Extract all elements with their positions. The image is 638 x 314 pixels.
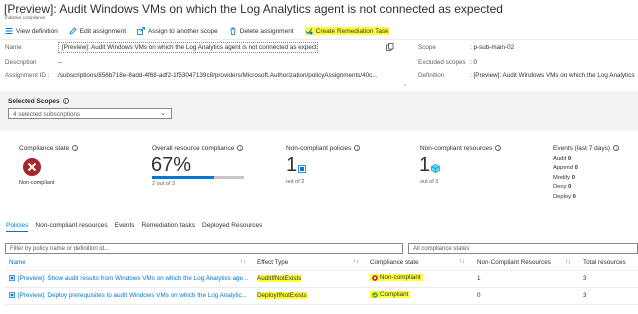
tab-noncompliant-resources[interactable]: Non-compliant resources xyxy=(35,222,107,232)
total-count: 3 xyxy=(583,275,587,282)
scope-label: Scope xyxy=(418,44,436,51)
copy-icon[interactable] xyxy=(386,43,394,53)
overall-compliance-title: Overall resource compliance i xyxy=(152,145,244,152)
sort-icon[interactable]: ↑↓ xyxy=(565,259,571,265)
remediation-icon xyxy=(305,27,313,35)
overall-compliance-percent: 67% xyxy=(151,154,192,176)
compliance-state-dropdown[interactable]: All compliance states xyxy=(408,243,638,254)
noncompliant-policies-title: Non-compliant policies i xyxy=(286,145,361,152)
excluded-scopes-label: Excluded scopes xyxy=(418,59,466,66)
chevron-down-icon: ⌄ xyxy=(160,110,166,117)
total-count: 3 xyxy=(583,292,587,299)
tab-events[interactable]: Events xyxy=(115,222,135,232)
tab-remediation-tasks[interactable]: Remediation tasks xyxy=(142,222,195,232)
noncompliant-count: 1 xyxy=(477,275,481,282)
info-icon: i xyxy=(495,145,502,152)
compliance-state: Non-compliant xyxy=(370,274,423,281)
excluded-scopes-value: : 0 xyxy=(470,59,478,66)
sort-icon[interactable]: ↑↓ xyxy=(240,259,246,265)
tab-deployed-resources[interactable]: Deployed Resources xyxy=(202,222,262,232)
noncompliant-resources-sub: out of 3 xyxy=(420,179,439,185)
effect-type: DeployIfNotExists xyxy=(257,292,307,299)
info-icon: i xyxy=(237,145,244,152)
table-row[interactable]: [Preview]: Deploy prerequisites to audit… xyxy=(0,289,638,303)
info-icon: i xyxy=(72,145,79,152)
sort-icon[interactable]: ↑↓ xyxy=(353,259,359,265)
page-title: [Preview]: Audit Windows VMs on which th… xyxy=(4,2,503,16)
page-subtitle: Initiative compliance xyxy=(5,15,46,20)
noncompliant-resources-title: Non-compliant resources i xyxy=(420,145,502,152)
column-header-name[interactable]: Name xyxy=(9,259,26,266)
policy-name-link[interactable]: [Preview]: Show audit results from Windo… xyxy=(18,275,248,282)
compliance-state-title: Compliance state i xyxy=(19,145,79,152)
events-list: Audit 0 Append 0 Modify 0 Deny 0 Deploy … xyxy=(553,155,578,202)
tab-bar: Policies Non-compliant resources Events … xyxy=(6,222,262,232)
compliance-state: Compliant xyxy=(370,291,411,298)
error-icon xyxy=(372,274,378,281)
info-icon: i xyxy=(354,145,361,152)
policy-icon xyxy=(9,275,15,283)
policy-name-link[interactable]: [Preview]: Deploy prerequisites to audit… xyxy=(18,292,250,299)
edit-assignment-button[interactable]: Edit assignment xyxy=(69,27,126,35)
description-value: -- xyxy=(58,59,63,66)
sort-icon[interactable]: ↑↓ xyxy=(459,259,465,265)
event-modify: Modify 0 xyxy=(553,174,575,181)
name-value: [Preview]: Audit Windows VMs on which th… xyxy=(58,42,318,53)
assignment-id-value: /subscriptions/856b718e-8add-4f68-adf2-1… xyxy=(58,72,378,79)
selected-scopes-label: Selected Scopes i xyxy=(8,98,69,105)
column-header-noncompliant[interactable]: Non-Compliant Resources xyxy=(477,259,551,266)
assign-scope-button[interactable]: Assign to another scope xyxy=(137,27,218,35)
row-divider xyxy=(5,304,638,305)
assign-icon xyxy=(137,27,145,35)
event-deny: Deny 0 xyxy=(553,184,572,191)
noncompliant-count: 0 xyxy=(477,292,481,299)
cube-icon xyxy=(431,164,440,175)
table-row[interactable]: [Preview]: Show audit results from Windo… xyxy=(0,272,638,286)
check-icon xyxy=(372,291,378,298)
definition-label: Definition xyxy=(418,72,445,79)
event-audit: Audit 0 xyxy=(553,156,572,162)
definition-value: : [Preview]: Audit Windows VMs on which … xyxy=(470,72,635,79)
collapse-chevron-icon[interactable]: ⌃ xyxy=(403,84,407,90)
tab-policies[interactable]: Policies xyxy=(6,222,29,232)
pencil-icon xyxy=(69,27,77,35)
view-definition-button[interactable]: View definition xyxy=(5,27,58,35)
compliance-progress-fill xyxy=(152,176,214,179)
scope-value: : p-sub-main-02 xyxy=(470,44,515,51)
column-header-effect[interactable]: Effect Type xyxy=(257,259,288,266)
description-label: Description xyxy=(5,59,37,66)
noncompliant-policies-count: 1 xyxy=(286,154,298,176)
trash-icon xyxy=(229,27,237,35)
list-icon xyxy=(5,27,13,35)
noncompliant-resources-count: 1 xyxy=(419,154,431,176)
event-append: Append 0 xyxy=(553,165,578,172)
event-deploy: Deploy 0 xyxy=(553,193,576,200)
compliance-progress-bar xyxy=(152,176,244,179)
column-header-state[interactable]: Compliance state xyxy=(370,259,419,266)
compliance-state-value: Non-compliant xyxy=(19,180,55,186)
name-label: Name xyxy=(5,44,22,51)
column-header-total[interactable]: Total resources xyxy=(583,259,626,266)
policy-icon xyxy=(298,165,306,175)
info-icon: i xyxy=(613,145,620,152)
policy-icon xyxy=(9,292,15,300)
scopes-dropdown[interactable]: 4 selected subscriptions ⌄ xyxy=(8,108,172,119)
row-divider xyxy=(5,287,638,288)
header-divider xyxy=(5,270,638,271)
delete-assignment-button[interactable]: Delete assignment xyxy=(229,27,294,35)
create-remediation-button[interactable]: Create Remediation Task xyxy=(304,27,389,35)
events-title: Events (last 7 days) i xyxy=(553,145,620,152)
toolbar-divider xyxy=(0,39,638,40)
noncompliant-policies-sub: out of 2 xyxy=(286,179,305,185)
error-icon xyxy=(22,157,42,179)
policy-filter-input[interactable]: Filter by policy name or definition id..… xyxy=(5,243,403,254)
effect-type: AuditIfNotExists xyxy=(257,275,302,282)
command-bar: View definition Edit assignment Assign t… xyxy=(0,24,638,38)
info-icon: i xyxy=(62,98,69,105)
overall-compliance-sub: 2 out of 3 xyxy=(152,181,175,187)
assignment-id-label: Assignment ID : xyxy=(5,72,50,79)
